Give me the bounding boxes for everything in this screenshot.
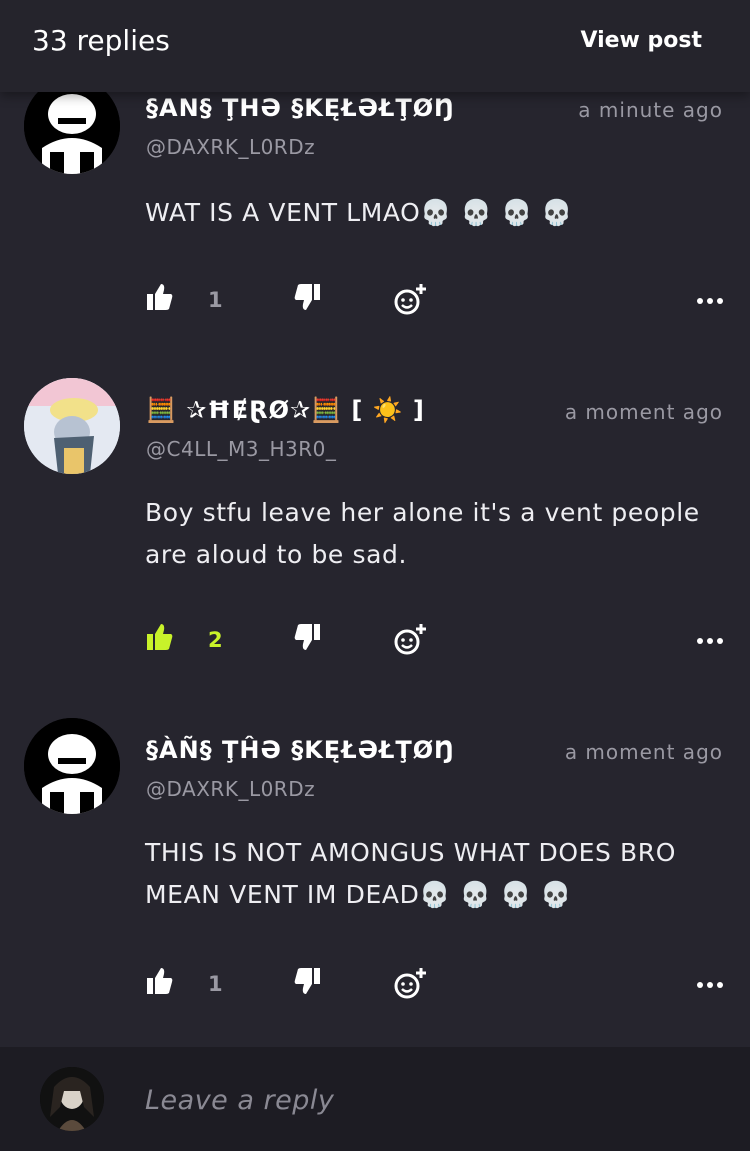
more-icon[interactable] bbox=[696, 290, 724, 309]
thumbs-down-icon[interactable] bbox=[293, 282, 321, 316]
avatar[interactable] bbox=[24, 718, 120, 814]
more-icon[interactable] bbox=[696, 630, 724, 649]
comment-actions: 1 bbox=[0, 282, 750, 318]
comment-author-handle[interactable]: @DAXRK_L0RDz bbox=[146, 135, 315, 159]
comment-text: THIS IS NOT AMONGUS WHAT DOES BRO MEAN V… bbox=[145, 838, 677, 909]
thumbs-up-icon[interactable] bbox=[146, 622, 174, 656]
avatar[interactable] bbox=[24, 378, 120, 474]
comment-timestamp: a minute ago bbox=[578, 98, 723, 122]
avatar[interactable] bbox=[24, 78, 120, 174]
thumbs-down-icon[interactable] bbox=[293, 622, 321, 656]
like-count: 1 bbox=[208, 972, 223, 996]
comment-author-handle[interactable]: @DAXRK_L0RDz bbox=[146, 777, 315, 801]
comment-author-name[interactable]: §AN§ ŢHƏ §KĘŁƏŁŢØŊ bbox=[146, 94, 455, 122]
add-reaction-icon[interactable] bbox=[392, 966, 428, 1006]
view-post-button[interactable]: View post bbox=[580, 28, 702, 53]
reply-bar: Leave a reply bbox=[0, 1047, 750, 1151]
comment-author-name[interactable]: 🧮 ✰ĦɆⱤØ✰🧮 [ ☀️ ] bbox=[146, 396, 425, 424]
replies-count: 33 replies bbox=[32, 24, 170, 57]
like-count: 2 bbox=[208, 628, 223, 652]
comment-author-handle[interactable]: @C4LL_M3_H3R0_ bbox=[146, 437, 336, 461]
add-reaction-icon[interactable] bbox=[392, 622, 428, 662]
thumbs-up-icon[interactable] bbox=[146, 966, 174, 1000]
reply-input[interactable]: Leave a reply bbox=[145, 1085, 334, 1116]
more-icon[interactable] bbox=[696, 974, 724, 993]
comment-actions: 2 bbox=[0, 622, 750, 658]
like-count: 1 bbox=[208, 288, 223, 312]
comment-author-name[interactable]: §ÀÑ§ ŢĤƏ §KĘŁƏŁŢØŊ bbox=[146, 736, 455, 764]
comment-timestamp: a moment ago bbox=[564, 400, 723, 424]
comment-actions: 1 bbox=[0, 966, 750, 1002]
current-user-avatar bbox=[40, 1067, 104, 1131]
replies-header: 33 replies View post bbox=[0, 0, 750, 92]
comment-text: WAT IS A VENT LMAO💀 💀 💀 💀 bbox=[145, 198, 573, 227]
thumbs-up-icon[interactable] bbox=[146, 282, 174, 316]
comment-timestamp: a moment ago bbox=[564, 740, 723, 764]
thumbs-down-icon[interactable] bbox=[293, 966, 321, 1000]
add-reaction-icon[interactable] bbox=[392, 282, 428, 322]
comment-text: Boy stfu leave her alone it's a vent peo… bbox=[145, 498, 700, 569]
